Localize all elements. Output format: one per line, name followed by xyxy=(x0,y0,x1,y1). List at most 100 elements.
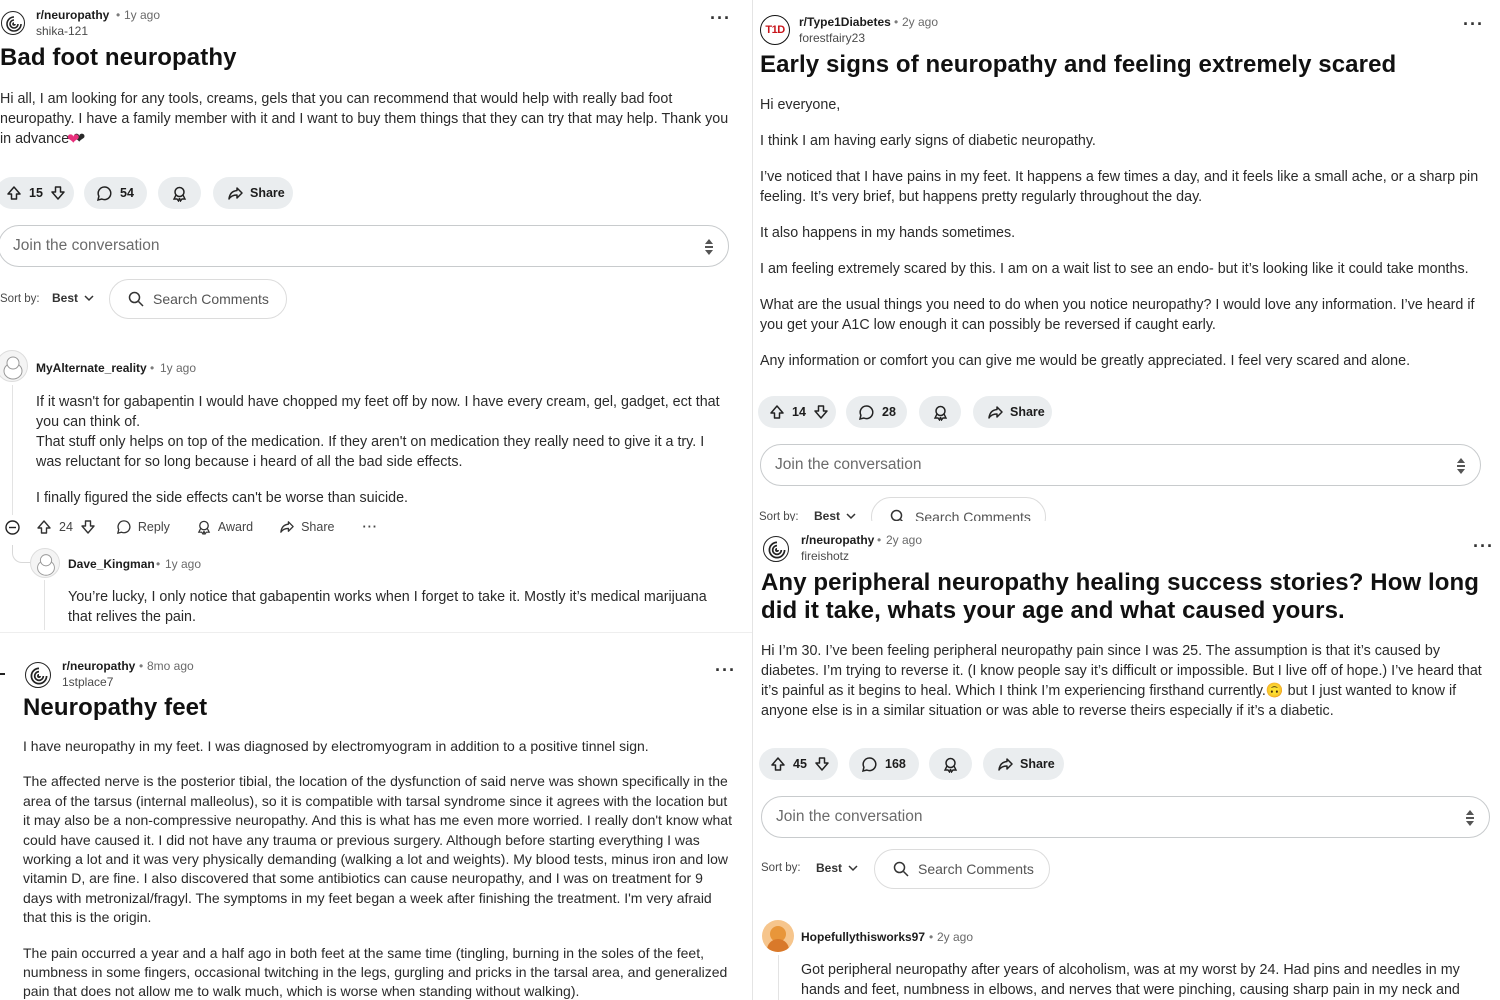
comment-age: 1y ago xyxy=(165,557,202,571)
vote-count: 15 xyxy=(29,186,43,200)
search-comments-button[interactable]: Search Comments xyxy=(109,279,287,319)
comment-body: If it wasn't for gabapentin I would have… xyxy=(36,392,736,508)
subreddit-name[interactable]: r/neuropathy xyxy=(62,659,135,673)
post-author[interactable]: shika-121 xyxy=(36,24,88,38)
post-title: Bad foot neuropathy xyxy=(0,44,237,71)
downvote-icon[interactable] xyxy=(50,185,66,201)
sort-icon xyxy=(704,238,714,261)
more-icon[interactable]: ··· xyxy=(715,660,736,681)
neuropathy-sub-icon[interactable] xyxy=(763,536,789,562)
post-paragraph: Hi everyone, xyxy=(760,97,841,113)
post-author[interactable]: forestfairy23 xyxy=(799,31,865,45)
join-placeholder: Join the conversation xyxy=(13,237,160,254)
subreddit-name[interactable]: r/Type1Diabetes xyxy=(799,15,891,29)
snoo-avatar-icon[interactable] xyxy=(30,548,60,578)
post-body-line: neuropathy. I have a family member with … xyxy=(0,111,729,127)
comment-author[interactable]: Hopefullythisworks97 xyxy=(801,930,925,944)
comment-author[interactable]: Dave_Kingman xyxy=(68,557,155,571)
award-button[interactable] xyxy=(158,177,201,209)
sort-dropdown[interactable]: Best xyxy=(814,509,856,521)
share-label: Share xyxy=(250,186,285,200)
post-age: 1y ago xyxy=(124,8,161,22)
share-button[interactable]: Share xyxy=(301,520,334,534)
upvote-icon[interactable] xyxy=(6,185,22,201)
chevron-down-icon xyxy=(846,512,856,520)
post-author[interactable]: fireishotz xyxy=(801,549,849,563)
award-icon xyxy=(171,185,188,202)
chevron-down-icon xyxy=(84,294,94,302)
upvote-icon[interactable] xyxy=(769,404,785,420)
award-icon[interactable] xyxy=(196,519,212,535)
post-paragraph: It also happens in my hands sometimes. xyxy=(760,225,1016,241)
comment-author[interactable]: MyAlternate_reality xyxy=(36,361,147,375)
comments-button[interactable]: 168 xyxy=(849,748,919,780)
downvote-icon[interactable] xyxy=(80,519,96,535)
post-title: Early signs of neuropathy and feeling ex… xyxy=(760,51,1397,78)
award-button[interactable] xyxy=(919,396,961,428)
upvote-icon[interactable] xyxy=(36,519,52,535)
post-author[interactable]: 1stplace7 xyxy=(62,675,113,689)
share-icon xyxy=(987,404,1004,421)
thread-line[interactable] xyxy=(44,580,45,630)
post-paragraph: The affected nerve is the posterior tibi… xyxy=(23,773,732,926)
search-icon xyxy=(128,291,144,307)
neuropathy-sub-icon[interactable] xyxy=(1,11,25,35)
comment-line: That stuff only helps on top of the medi… xyxy=(36,434,705,450)
comment-body: Got peripheral neuropathy after years of… xyxy=(801,962,1460,998)
comments-button[interactable]: 28 xyxy=(846,396,907,428)
more-icon[interactable]: ··· xyxy=(362,520,378,534)
subreddit-name[interactable]: r/neuropathy xyxy=(801,533,874,547)
more-icon[interactable]: ··· xyxy=(1463,14,1484,35)
neuropathy-sub-icon[interactable] xyxy=(25,662,51,688)
comment-icon xyxy=(96,185,113,202)
user-avatar-icon[interactable] xyxy=(762,920,794,952)
post-paragraph: I’ve noticed that I have pains in my fee… xyxy=(760,169,1479,205)
share-icon xyxy=(997,756,1014,773)
separator-dot: • xyxy=(894,15,899,29)
chevron-down-icon xyxy=(848,864,858,872)
join-conversation-input[interactable]: Join the conversation xyxy=(761,796,1490,838)
share-button[interactable]: Share xyxy=(983,748,1064,780)
post-paragraph: I have neuropathy in my feet. I was diag… xyxy=(23,738,649,754)
share-icon[interactable] xyxy=(279,519,295,535)
search-comments-button[interactable]: Search Comments xyxy=(871,497,1046,521)
search-comments-button[interactable]: Search Comments xyxy=(874,849,1050,889)
upvote-icon[interactable] xyxy=(770,756,786,772)
downvote-icon[interactable] xyxy=(814,756,830,772)
thread-line[interactable] xyxy=(12,385,13,515)
share-button[interactable]: Share xyxy=(213,177,293,209)
downvote-icon[interactable] xyxy=(813,404,829,420)
sort-icon xyxy=(1456,457,1466,480)
comments-button[interactable]: 54 xyxy=(84,177,147,209)
separator-dot: • xyxy=(139,659,144,673)
share-label: Share xyxy=(1020,757,1055,771)
post-body: I have neuropathy in my feet. I was diag… xyxy=(23,737,735,1000)
award-icon xyxy=(932,404,949,421)
vote-pill: 45 xyxy=(759,748,838,780)
thread-connector xyxy=(12,545,30,563)
sort-dropdown[interactable]: Best xyxy=(816,861,858,875)
sort-by-label: Sort by: xyxy=(0,293,40,305)
thread-line[interactable] xyxy=(778,955,779,1000)
collapse-icon[interactable] xyxy=(5,520,20,535)
more-icon[interactable]: ··· xyxy=(710,8,731,29)
join-conversation-input[interactable]: Join the conversation xyxy=(760,444,1481,486)
comment-count: 54 xyxy=(120,186,134,200)
type1diabetes-sub-icon[interactable]: T1D xyxy=(760,15,790,45)
reply-button[interactable]: Reply xyxy=(138,520,170,534)
comment-icon[interactable] xyxy=(116,519,132,535)
award-button[interactable] xyxy=(929,748,972,780)
snoo-avatar-icon[interactable] xyxy=(0,350,28,382)
share-button[interactable]: Share xyxy=(973,396,1052,428)
more-icon[interactable]: ··· xyxy=(1473,536,1494,557)
award-button[interactable]: Award xyxy=(218,520,253,534)
post-paragraph: I am feeling extremely scared by this. I… xyxy=(760,261,1469,277)
comment-line: was reluctant for so long because i hear… xyxy=(36,454,463,470)
subreddit-name[interactable]: r/neuropathy xyxy=(36,8,109,22)
collapse-icon[interactable] xyxy=(0,673,5,675)
comment-icon xyxy=(861,756,878,773)
separator-dot: • xyxy=(156,557,161,571)
sort-dropdown[interactable]: Best xyxy=(52,291,94,305)
join-conversation-input[interactable]: Join the conversation xyxy=(0,225,729,267)
comment-vote-count: 24 xyxy=(59,520,73,534)
